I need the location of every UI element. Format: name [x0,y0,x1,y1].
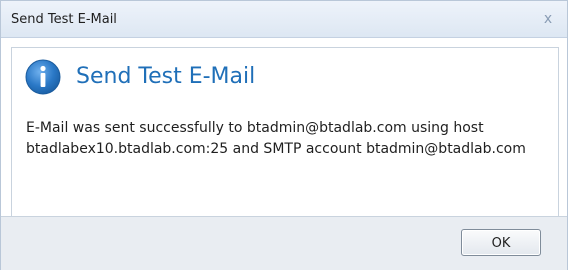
dialog-titlebar[interactable]: Send Test E-Mail x [1,1,567,38]
send-test-email-dialog: Send Test E-Mail x Send Test E-Mail E-Ma… [0,0,568,270]
dialog-heading: Send Test E-Mail [76,64,256,89]
close-icon[interactable]: x [539,10,557,28]
ok-button[interactable]: OK [461,229,541,256]
info-icon [25,59,61,95]
dialog-title: Send Test E-Mail [11,12,117,27]
result-message: E-Mail was sent successfully to btadmin@… [26,120,526,157]
dialog-footer: OK [1,216,567,270]
dialog-content: Send Test E-Mail E-Mail was sent success… [11,47,559,217]
